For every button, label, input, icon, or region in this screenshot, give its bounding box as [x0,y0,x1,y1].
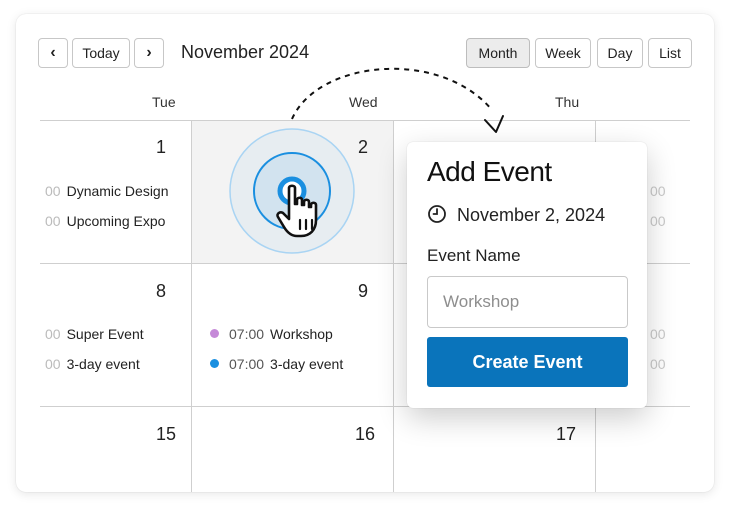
today-button[interactable]: Today [72,38,130,68]
weekday-header-tue: Tue [152,94,176,110]
event-time-faded: 00 [650,326,666,342]
day-number: 9 [358,281,369,301]
event-time: 00 [45,183,61,199]
calendar-toolbar: ‹ Today › November 2024 Month Week Day L… [38,38,692,70]
create-event-button[interactable]: Create Event [427,337,628,387]
chevron-right-icon: › [146,44,152,61]
weekday-header-wed: Wed [349,94,378,110]
prev-button[interactable]: ‹ [38,38,68,68]
calendar-card: ‹ Today › November 2024 Month Week Day L… [16,14,714,492]
event-name: Dynamic Design [66,183,169,199]
event-color-dot [210,329,219,338]
grid-line [40,120,690,121]
event-time: 07:00 [229,356,265,372]
calendar-event[interactable]: 00 Super Event [45,326,144,342]
next-button[interactable]: › [134,38,164,68]
day-number: 16 [355,424,376,444]
calendar-event[interactable]: 07:00 3-day event [229,356,343,372]
view-list-button[interactable]: List [648,38,692,68]
month-title: November 2024 [181,42,310,62]
calendar-event[interactable]: 07:00 Workshop [229,326,333,342]
view-month-button[interactable]: Month [466,38,530,68]
event-time-faded: 00 [650,183,666,199]
event-time-faded: 00 [650,213,666,229]
clock-icon [428,205,446,223]
weekday-header-thu: Thu [555,94,580,110]
popup-date: November 2, 2024 [457,205,606,225]
event-name: Upcoming Expo [66,213,166,229]
event-name-label: Event Name [427,246,521,265]
popup-title: Add Event [427,156,552,187]
day-number: 8 [156,281,167,301]
event-time: 00 [45,326,61,342]
calendar-event[interactable]: 00 3-day event [45,356,140,372]
chevron-left-icon: ‹ [50,44,56,61]
day-number: 15 [156,424,177,444]
calendar-event[interactable]: 00 Upcoming Expo [45,213,165,229]
add-event-popup: Add Event November 2, 2024 Event Name Cr… [407,142,647,408]
view-week-button[interactable]: Week [535,38,591,68]
event-time: 07:00 [229,326,265,342]
grid-line [393,120,394,492]
event-name: Super Event [66,326,144,342]
grid-line [191,120,192,492]
event-name: 3-day event [270,356,344,372]
event-time-faded: 00 [650,356,666,372]
event-name: 3-day event [66,356,140,372]
event-name-input[interactable] [427,276,628,328]
day-number: 17 [556,424,577,444]
view-day-button[interactable]: Day [597,38,643,68]
event-color-dot [210,359,219,368]
day-number: 2 [358,137,369,157]
event-name: Workshop [270,326,333,342]
event-time: 00 [45,213,61,229]
event-time: 00 [45,356,61,372]
calendar-event[interactable]: 00 Dynamic Design [45,183,169,199]
day-number: 1 [156,137,167,157]
